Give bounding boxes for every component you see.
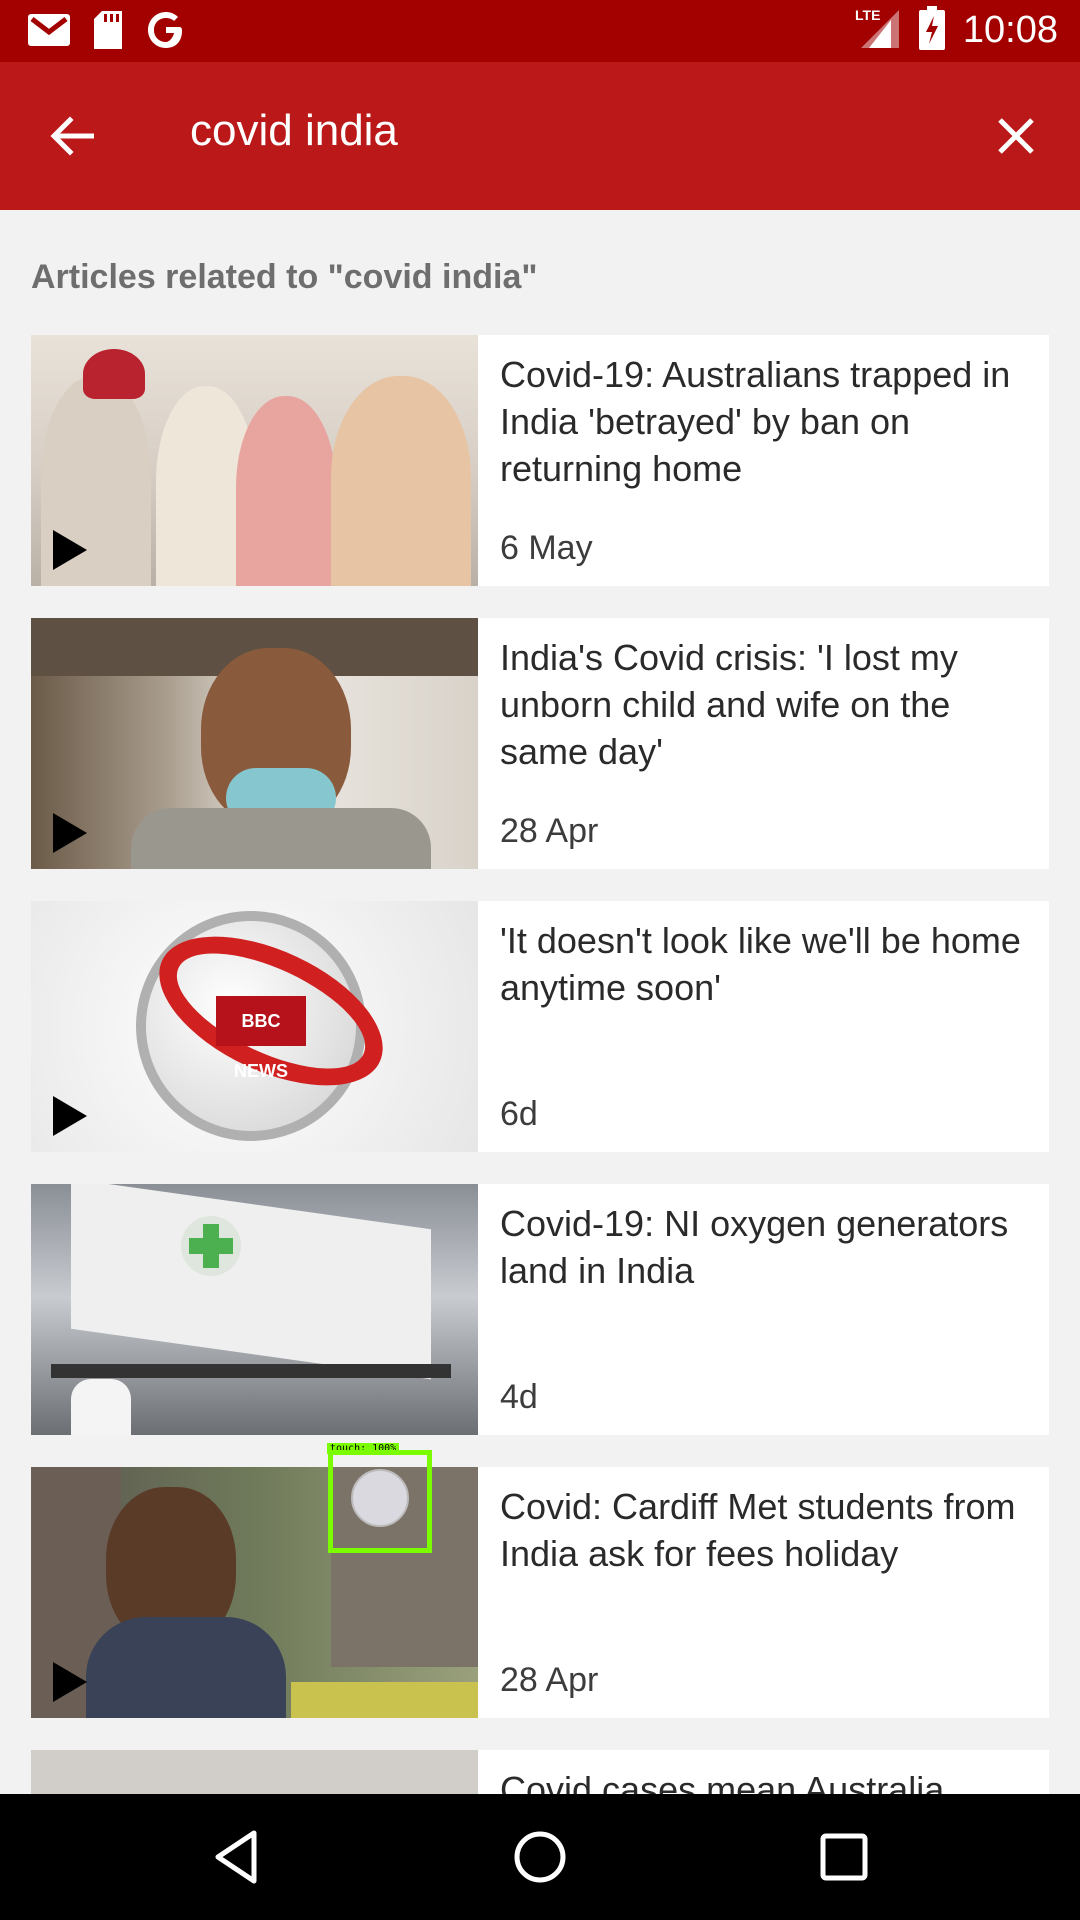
- article-date: 6d: [500, 1095, 538, 1133]
- play-icon: [53, 1096, 87, 1136]
- article-card[interactable]: Covid: Cardiff Met students from India a…: [31, 1467, 1049, 1718]
- article-date: 4d: [500, 1378, 538, 1416]
- article-thumbnail: BBC NEWS: [31, 901, 478, 1152]
- article-card[interactable]: Covid-19: NI oxygen generators land in I…: [31, 1184, 1049, 1435]
- article-thumbnail: [31, 335, 478, 586]
- battery-charging-icon: [918, 6, 945, 55]
- close-icon: [998, 118, 1034, 154]
- back-button[interactable]: [36, 100, 108, 172]
- clock: 10:08: [962, 9, 1058, 51]
- article-date: 28 Apr: [500, 812, 599, 850]
- results-header: Articles related to "covid india": [31, 258, 538, 296]
- article-card[interactable]: Covid cases mean Australia: [31, 1750, 1049, 1794]
- article-thumbnail: [31, 618, 478, 869]
- recents-square-icon: [820, 1833, 868, 1881]
- navigation-bar: [0, 1794, 1080, 1920]
- nav-home-button[interactable]: [510, 1827, 570, 1887]
- touch-indicator: [328, 1450, 432, 1553]
- article-card[interactable]: Covid-19: Australians trapped in India '…: [31, 335, 1049, 586]
- article-thumbnail: [31, 1750, 478, 1794]
- bbc-news-logo: BBC NEWS: [216, 996, 306, 1081]
- article-title: 'It doesn't look like we'll be home anyt…: [500, 920, 1021, 1008]
- arrow-back-icon: [50, 116, 94, 156]
- clear-search-button[interactable]: [980, 100, 1052, 172]
- article-title: India's Covid crisis: 'I lost my unborn …: [500, 637, 958, 772]
- play-icon: [53, 1662, 87, 1702]
- article-date: 28 Apr: [500, 1661, 599, 1699]
- article-card[interactable]: India's Covid crisis: 'I lost my unborn …: [31, 618, 1049, 869]
- article-thumbnail: [31, 1184, 478, 1435]
- search-query-text[interactable]: covid india: [190, 106, 398, 156]
- svg-text:LTE: LTE: [855, 7, 880, 23]
- gmail-icon: [28, 14, 70, 51]
- article-card[interactable]: BBC NEWS 'It doesn't look like we'll be …: [31, 901, 1049, 1152]
- back-triangle-icon: [215, 1830, 257, 1884]
- home-circle-icon: [514, 1831, 566, 1883]
- article-date: 6 May: [500, 529, 593, 567]
- google-icon: [146, 10, 186, 55]
- nav-recents-button[interactable]: [814, 1827, 874, 1887]
- article-title: Covid: Cardiff Met students from India a…: [500, 1486, 1016, 1574]
- status-bar: LTE 10:08: [0, 0, 1080, 62]
- play-icon: [53, 530, 87, 570]
- article-title: Covid-19: Australians trapped in India '…: [500, 354, 1011, 489]
- article-title: Covid cases mean Australia: [500, 1769, 945, 1794]
- play-icon: [53, 813, 87, 853]
- search-app-bar: covid india: [0, 62, 1080, 210]
- nav-back-button[interactable]: [206, 1827, 266, 1887]
- search-results[interactable]: Articles related to "covid india" Covid-…: [0, 210, 1080, 1794]
- sd-card-icon: [92, 11, 124, 54]
- lte-signal-icon: LTE: [855, 6, 901, 55]
- article-title: Covid-19: NI oxygen generators land in I…: [500, 1203, 1009, 1291]
